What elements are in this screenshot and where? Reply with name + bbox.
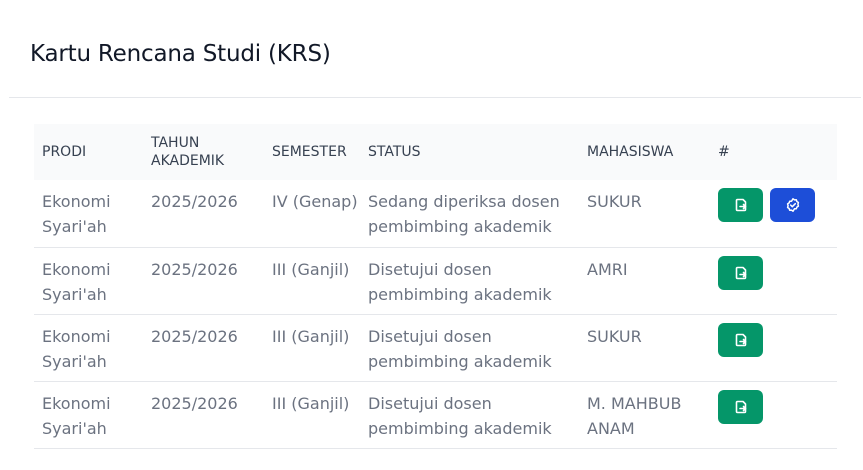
cell-semester: III (Ganjil)	[272, 393, 350, 413]
table-row: Ekonomi Syari'ah 2025/2026 IV (Genap) Se…	[34, 180, 837, 247]
cell-prodi: Ekonomi Syari'ah	[42, 393, 111, 438]
cell-semester: III (Ganjil)	[272, 259, 350, 279]
open-krs-button[interactable]	[718, 255, 763, 290]
open-krs-button[interactable]	[718, 389, 763, 424]
open-icon	[733, 197, 749, 213]
header-actions: #	[718, 144, 730, 160]
open-icon	[733, 265, 749, 281]
cell-mahasiswa: M. MAHBUB ANAM	[587, 393, 682, 438]
header-tahun-akademik: TAHUN AKADEMIK	[151, 135, 225, 169]
approve-krs-button[interactable]	[770, 188, 815, 222]
cell-semester: III (Ganjil)	[272, 326, 350, 346]
cell-semester: IV (Genap)	[272, 192, 358, 211]
table-row: Ekonomi Syari'ah 2025/2026 III (Ganjil) …	[34, 314, 837, 381]
check-badge-icon	[785, 197, 801, 213]
cell-status: Disetujui dosen pembimbing akademik	[368, 326, 552, 371]
cell-mahasiswa: AMRI	[587, 259, 628, 279]
open-krs-button[interactable]	[718, 322, 763, 357]
cell-prodi: Ekonomi Syari'ah	[42, 326, 111, 371]
table-body: Ekonomi Syari'ah 2025/2026 IV (Genap) Se…	[34, 180, 837, 448]
cell-tahun-akademik: 2025/2026	[151, 393, 238, 413]
cell-mahasiswa: SUKUR	[587, 326, 642, 346]
cell-tahun-akademik: 2025/2026	[151, 192, 238, 211]
open-icon	[733, 332, 749, 348]
cell-actions	[710, 180, 837, 247]
cell-actions	[710, 314, 837, 381]
table-header-row: PRODI TAHUN AKADEMIK SEMESTER STATUS MAH…	[34, 124, 837, 180]
table-row: Ekonomi Syari'ah 2025/2026 III (Ganjil) …	[34, 247, 837, 314]
cell-status: Disetujui dosen pembimbing akademik	[368, 259, 552, 304]
card-header: Kartu Rencana Studi (KRS)	[9, 0, 861, 98]
cell-tahun-akademik: 2025/2026	[151, 326, 238, 346]
krs-table: PRODI TAHUN AKADEMIK SEMESTER STATUS MAH…	[34, 124, 837, 449]
cell-tahun-akademik: 2025/2026	[151, 259, 238, 279]
page-title: Kartu Rencana Studi (KRS)	[30, 41, 331, 67]
table-row: Ekonomi Syari'ah 2025/2026 III (Ganjil) …	[34, 381, 837, 448]
krs-card: Kartu Rencana Studi (KRS) PRODI TAHUN AK…	[0, 0, 863, 470]
cell-actions	[710, 381, 837, 448]
cell-mahasiswa: SUKUR	[587, 192, 642, 211]
cell-actions	[710, 247, 837, 314]
open-krs-button[interactable]	[718, 188, 763, 222]
cell-status: Disetujui dosen pembimbing akademik	[368, 393, 552, 438]
header-prodi: PRODI	[42, 144, 87, 160]
cell-prodi: Ekonomi Syari'ah	[42, 192, 111, 236]
cell-prodi: Ekonomi Syari'ah	[42, 259, 111, 304]
table-header: PRODI TAHUN AKADEMIK SEMESTER STATUS MAH…	[34, 124, 837, 180]
header-semester: SEMESTER	[272, 144, 347, 160]
open-icon	[733, 399, 749, 415]
header-status: STATUS	[368, 144, 421, 160]
cell-status: Sedang diperiksa dosen pembimbing akadem…	[368, 192, 560, 236]
header-mahasiswa: MAHASISWA	[587, 144, 674, 160]
